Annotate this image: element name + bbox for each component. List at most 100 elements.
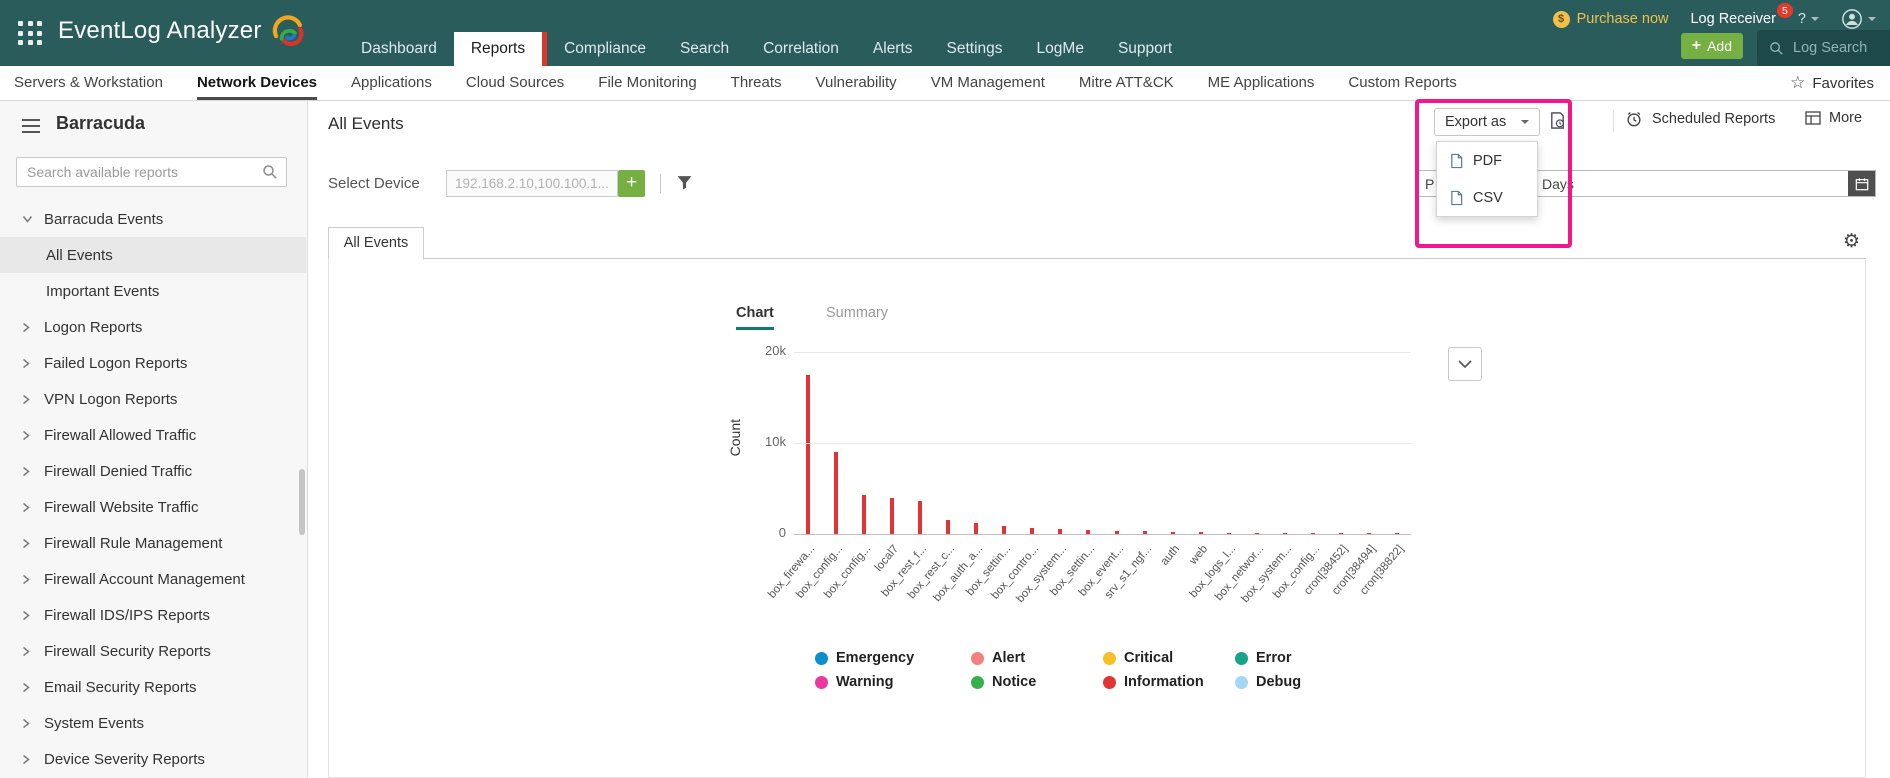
subnav-item-vm-management[interactable]: VM Management: [931, 66, 1045, 100]
subnav-item-cloud-sources[interactable]: Cloud Sources: [466, 66, 564, 100]
legend-color-dot: [1103, 676, 1116, 689]
sidebar-item-failed-logon-reports[interactable]: Failed Logon Reports: [0, 345, 306, 381]
more-button[interactable]: More: [1805, 110, 1862, 126]
sidebar-item-firewall-ids-ips-reports[interactable]: Firewall IDS/IPS Reports: [0, 597, 306, 633]
report-search-input[interactable]: [16, 157, 287, 187]
nav-item-compliance[interactable]: Compliance: [547, 32, 663, 66]
log-search-input[interactable]: Log Search: [1757, 30, 1890, 66]
chevron-right-icon: [22, 538, 33, 549]
subnav-item-custom-reports[interactable]: Custom Reports: [1348, 66, 1456, 100]
chart-bar: [918, 501, 922, 534]
reports-subnav: Servers & Workstation Network Devices Appl…: [0, 66, 1890, 101]
legend-label: Information: [1124, 674, 1204, 690]
sidebar-item-firewall-allowed-traffic[interactable]: Firewall Allowed Traffic: [0, 417, 306, 453]
sidebar-item-logon-reports[interactable]: Logon Reports: [0, 309, 306, 345]
sidebar-group-barracuda-events[interactable]: Barracuda Events: [0, 201, 306, 237]
legend-label: Debug: [1256, 674, 1301, 690]
sidebar-item-label: Device Severity Reports: [44, 751, 205, 768]
sidebar-item-system-events[interactable]: System Events: [0, 705, 306, 741]
sidebar-item-label: Firewall Allowed Traffic: [44, 427, 196, 444]
nav-item-settings[interactable]: Settings: [930, 32, 1020, 66]
subnav-item-vulnerability[interactable]: Vulnerability: [816, 66, 897, 100]
subnav-item-mitre-att-ck[interactable]: Mitre ATT&CK: [1079, 66, 1174, 100]
chevron-right-icon: [22, 574, 33, 585]
y-axis-tick-label: 10k: [750, 434, 786, 449]
gear-icon[interactable]: ⚙: [1843, 232, 1860, 251]
chevron-right-icon: [22, 466, 33, 477]
legend-emergency: Emergency: [815, 650, 914, 666]
export-as-button[interactable]: Export as: [1434, 108, 1540, 136]
sidebar-item-all-events[interactable]: All Events: [0, 237, 306, 273]
log-receiver-button[interactable]: Log Receiver 5: [1690, 11, 1775, 27]
nav-item-logme[interactable]: LogMe: [1020, 32, 1101, 66]
export-as-label: Export as: [1445, 114, 1506, 130]
add-button[interactable]: + Add: [1681, 33, 1743, 59]
sidebar-item-firewall-rule-management[interactable]: Firewall Rule Management: [0, 525, 306, 561]
tab-summary[interactable]: Summary: [826, 305, 888, 321]
nav-item-support[interactable]: Support: [1101, 32, 1189, 66]
sidebar-item-email-security-reports[interactable]: Email Security Reports: [0, 669, 306, 705]
export-schedule-icon[interactable]: [1548, 111, 1567, 135]
subnav-items: Servers & Workstation Network Devices Appl…: [14, 66, 1457, 100]
subnav-item-file-monitoring[interactable]: File Monitoring: [598, 66, 696, 100]
sidebar-item-firewall-denied-traffic[interactable]: Firewall Denied Traffic: [0, 453, 306, 489]
chart-bar: [806, 375, 810, 534]
favorites-label: Favorites: [1812, 75, 1874, 92]
calendar-icon: [1855, 177, 1869, 191]
user-menu[interactable]: [1841, 8, 1876, 30]
divider: [660, 174, 661, 193]
chart-bar: [946, 520, 950, 534]
collapse-chart-button[interactable]: [1448, 347, 1482, 381]
search-icon: [262, 164, 278, 185]
main-content: All Events Export as Scheduled Reports M…: [308, 101, 1890, 778]
nav-item-reports[interactable]: Reports: [454, 32, 542, 66]
sidebar-collapse-icon[interactable]: [22, 119, 40, 137]
nav-item-dashboard[interactable]: Dashboard: [344, 32, 454, 66]
sidebar-item-label: Firewall Denied Traffic: [44, 463, 192, 480]
legend-critical: Critical: [1103, 650, 1173, 666]
pdf-file-icon: [1449, 153, 1464, 169]
chart-bar: [834, 452, 838, 534]
nav-item-correlation[interactable]: Correlation: [746, 32, 856, 66]
help-menu[interactable]: ?: [1798, 11, 1819, 27]
favorites-button[interactable]: ☆ Favorites: [1790, 66, 1874, 100]
calendar-button[interactable]: [1848, 171, 1875, 196]
legend-label: Alert: [992, 650, 1025, 666]
chart-bar: [974, 523, 978, 534]
export-option-csv[interactable]: CSV: [1437, 179, 1537, 216]
tab-chart[interactable]: Chart: [736, 305, 774, 330]
layout-icon: [1805, 110, 1821, 126]
chevron-right-icon: [22, 646, 33, 657]
subnav-item-applications[interactable]: Applications: [351, 66, 432, 100]
subnav-item-me-applications[interactable]: ME Applications: [1208, 66, 1315, 100]
subnav-item-network-devices[interactable]: Network Devices: [197, 66, 317, 100]
coin-icon: $: [1553, 11, 1570, 28]
nav-item-alerts[interactable]: Alerts: [856, 32, 930, 66]
sidebar-item-firewall-website-traffic[interactable]: Firewall Website Traffic: [0, 489, 306, 525]
sidebar-scrollbar[interactable]: [299, 469, 305, 535]
sidebar-item-device-severity-reports[interactable]: Device Severity Reports: [0, 741, 306, 777]
subnav-item-threats[interactable]: Threats: [731, 66, 782, 100]
add-device-button[interactable]: +: [618, 170, 645, 197]
purchase-now-button[interactable]: $ Purchase now: [1553, 11, 1669, 28]
sidebar-item-firewall-security-reports[interactable]: Firewall Security Reports: [0, 633, 306, 669]
app-launcher-icon[interactable]: [18, 21, 44, 47]
report-tabstrip: All Events: [328, 227, 1866, 259]
scheduled-reports-button[interactable]: Scheduled Reports: [1625, 110, 1775, 128]
sidebar-item-vpn-logon-reports[interactable]: VPN Logon Reports: [0, 381, 306, 417]
chevron-down-icon: [1458, 360, 1472, 369]
sidebar-item-important-events[interactable]: Important Events: [0, 273, 306, 309]
export-option-pdf[interactable]: PDF: [1437, 142, 1537, 179]
star-icon: ☆: [1790, 75, 1805, 92]
nav-item-search[interactable]: Search: [663, 32, 746, 66]
sidebar-item-firewall-account-management[interactable]: Firewall Account Management: [0, 561, 306, 597]
legend-label: Critical: [1124, 650, 1173, 666]
tab-all-events[interactable]: All Events: [328, 227, 424, 260]
legend-color-dot: [1235, 676, 1248, 689]
subnav-item-servers-workstation[interactable]: Servers & Workstation: [14, 66, 163, 100]
filter-icon[interactable]: [676, 174, 693, 196]
chevron-right-icon: [22, 322, 33, 333]
device-input[interactable]: 192.168.2.10,100.100.1...: [446, 170, 618, 197]
log-receiver-badge: 5: [1777, 3, 1793, 18]
chart-bar: [890, 498, 894, 534]
